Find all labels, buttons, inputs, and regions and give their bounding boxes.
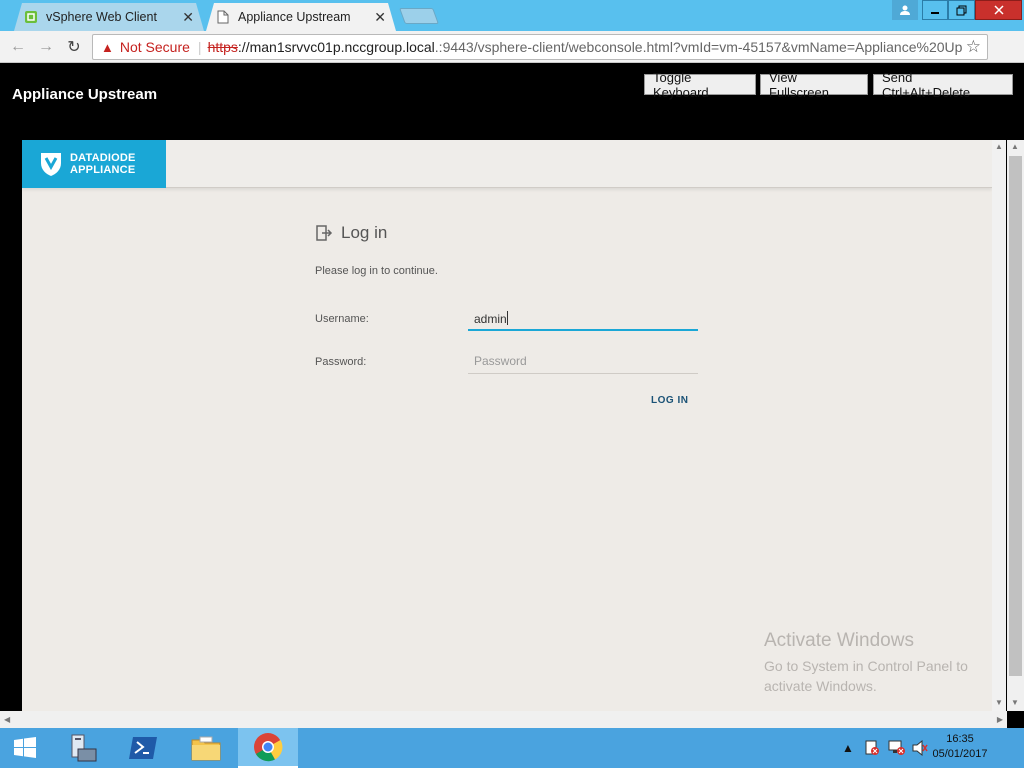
send-ctrl-alt-delete-button[interactable]: Send Ctrl+Alt+Delete (873, 70, 1013, 100)
view-fullscreen-button[interactable]: View Fullscreen (760, 70, 868, 100)
watermark-line: activate Windows. (764, 678, 877, 694)
app-header: DATADIODE APPLIANCE (22, 140, 992, 188)
scrollbar-thumb[interactable] (1009, 156, 1022, 676)
logo-line2: APPLIANCE (70, 164, 136, 176)
chrome-icon[interactable] (238, 728, 298, 768)
windows-icon (14, 737, 36, 758)
url-host: ://man1srvvc01p.nccgroup.local (237, 39, 435, 55)
close-window-button[interactable] (975, 0, 1022, 20)
reload-icon[interactable]: ↻ (64, 37, 84, 57)
tab-vsphere-web-client[interactable]: vSphere Web Client ✕ (14, 3, 204, 31)
show-hidden-icons[interactable]: ▲ (842, 728, 854, 768)
system-clock[interactable]: 16:35 05/01/2017 (930, 732, 990, 762)
close-tab-icon[interactable]: ✕ (182, 9, 194, 26)
powershell-icon[interactable] (114, 728, 174, 768)
logo-line1: DATADIODE (70, 152, 136, 164)
password-input[interactable]: Password (468, 346, 698, 374)
start-button[interactable] (0, 728, 50, 768)
document-icon (216, 10, 230, 24)
console-title: Appliance Upstream (12, 86, 158, 103)
forward-icon[interactable]: → (36, 37, 56, 57)
close-tab-icon[interactable]: ✕ (374, 9, 386, 26)
scroll-down-icon[interactable]: ▼ (1011, 698, 1019, 707)
toggle-keyboard-button[interactable]: Toggle Keyboard (644, 70, 756, 100)
text-caret (506, 311, 508, 325)
watermark-title: Activate Windows (764, 630, 914, 651)
warning-icon[interactable]: ▲ (101, 40, 114, 55)
console-header: Appliance Upstream Toggle Keyboard View … (0, 64, 1024, 140)
username-input[interactable]: admin (468, 303, 698, 331)
activate-windows-watermark: Activate Windows Go to System in Control… (764, 630, 968, 696)
file-explorer-icon[interactable] (176, 728, 236, 768)
volume-muted-icon[interactable] (912, 728, 928, 768)
address-bar[interactable]: ▲ Not Secure | https ://man1srvvc01p.ncc… (92, 34, 988, 60)
watermark-line: Go to System in Control Panel to (764, 658, 968, 674)
scroll-left-icon[interactable]: ◀ (4, 715, 10, 724)
vm-vertical-scrollbar[interactable]: ▲ ▼ (992, 140, 1006, 711)
minimize-button[interactable] (922, 0, 948, 20)
browser-titlebar: vSphere Web Client ✕ Appliance Upstream … (0, 0, 1024, 31)
tab-appliance-upstream[interactable]: Appliance Upstream ✕ (206, 3, 396, 31)
scroll-up-icon[interactable]: ▲ (1011, 142, 1019, 151)
browser-toolbar: ← → ↻ ▲ Not Secure | https ://man1srvvc0… (0, 31, 1024, 63)
datadiode-logo: DATADIODE APPLIANCE (22, 140, 166, 188)
back-icon[interactable]: ← (8, 37, 28, 57)
divider: | (197, 39, 202, 55)
user-icon[interactable] (892, 0, 918, 20)
tab-label: Appliance Upstream (238, 10, 351, 24)
scroll-down-icon[interactable]: ▼ (995, 698, 1003, 707)
login-icon (316, 225, 333, 241)
vm-console-screen[interactable]: DATADIODE APPLIANCE Log in Please log in… (22, 140, 992, 711)
scroll-up-icon[interactable]: ▲ (995, 142, 1003, 151)
vsphere-icon (24, 10, 38, 24)
login-heading: Log in (315, 223, 705, 243)
password-label: Password: (315, 356, 367, 368)
login-title: Log in (341, 223, 388, 242)
security-label[interactable]: Not Secure (120, 39, 190, 55)
login-subtitle: Please log in to continue. (315, 265, 438, 277)
bookmark-star-icon[interactable]: ☆ (966, 37, 981, 57)
new-tab-button[interactable] (399, 8, 439, 24)
username-value: admin (474, 312, 507, 326)
scroll-right-icon[interactable]: ▶ (997, 715, 1003, 724)
server-manager-icon[interactable] (52, 728, 112, 768)
action-center-icon[interactable] (864, 728, 880, 768)
log-in-button[interactable]: LOG IN (651, 395, 688, 406)
username-label: Username: (315, 313, 369, 325)
clock-date: 05/01/2017 (932, 748, 988, 760)
windows-taskbar: ▲ 16:35 05/01/2017 (0, 728, 1024, 768)
url-path: .:9443/vsphere-client/webconsole.html?vm… (434, 39, 963, 55)
clock-time: 16:35 (946, 733, 974, 745)
restore-button[interactable] (948, 0, 975, 20)
tab-label: vSphere Web Client (46, 10, 157, 24)
password-row: Password: Password (315, 346, 705, 376)
page-vertical-scrollbar[interactable]: ▲ ▼ (1007, 140, 1024, 711)
login-form: Log in Please log in to continue. Userna… (315, 223, 705, 406)
url-scheme: https (207, 39, 238, 55)
username-row: Username: admin (315, 303, 705, 333)
network-icon[interactable] (888, 728, 906, 768)
shield-icon (41, 153, 61, 176)
horizontal-scrollbar[interactable]: ◀ ▶ (0, 711, 1007, 728)
